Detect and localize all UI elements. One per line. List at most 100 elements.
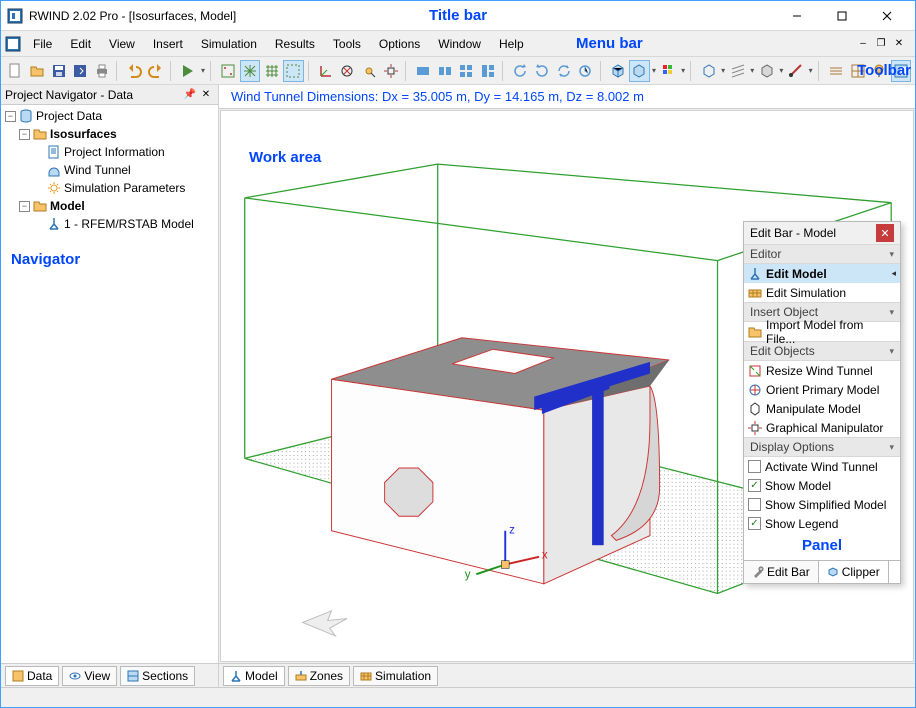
panel-check-show-simplified[interactable]: Show Simplified Model xyxy=(744,495,900,514)
toolbar-cube2-icon[interactable] xyxy=(629,60,650,82)
panel-close-button[interactable]: ✕ xyxy=(876,224,894,242)
checkbox-icon[interactable]: ✓ xyxy=(748,479,761,492)
menu-view[interactable]: View xyxy=(101,34,143,54)
work-tab-zones[interactable]: Zones xyxy=(288,666,350,686)
toolbar-print-icon[interactable] xyxy=(92,60,113,82)
panel-item-edit-model[interactable]: Edit Model◂ xyxy=(744,264,900,283)
navigator-close-button[interactable]: ✕ xyxy=(198,87,214,103)
toolbar-run-icon[interactable] xyxy=(178,60,199,82)
toolbar-grid-icon[interactable] xyxy=(261,60,282,82)
tree-toggle-icon[interactable]: − xyxy=(19,201,30,212)
svg-text:z: z xyxy=(509,525,515,537)
toolbar-run-dropdown[interactable]: ▾ xyxy=(200,66,207,75)
toolbar-view1-icon[interactable] xyxy=(413,60,434,82)
mdi-restore[interactable]: ❐ xyxy=(873,37,889,51)
tree-item[interactable]: 1 - RFEM/RSTAB Model xyxy=(64,217,194,231)
checkbox-icon[interactable] xyxy=(748,460,761,473)
toolbar-rotate-cw-icon[interactable] xyxy=(532,60,553,82)
panel-tab-edit-bar[interactable]: Edit Bar xyxy=(744,561,819,583)
minimize-button[interactable] xyxy=(774,2,819,30)
tools-icon xyxy=(752,566,764,578)
panel-item-edit-simulation[interactable]: Edit Simulation xyxy=(744,283,900,302)
toolbar-shade-dropdown[interactable]: ▾ xyxy=(778,66,785,75)
tree-item[interactable]: Wind Tunnel xyxy=(64,163,131,177)
nav-tab-sections[interactable]: Sections xyxy=(120,666,195,686)
panel-check-activate-tunnel[interactable]: Activate Wind Tunnel xyxy=(744,457,900,476)
toolbar-view4-icon[interactable] xyxy=(478,60,499,82)
tree-toggle-icon[interactable]: − xyxy=(5,111,16,122)
panel-section-display[interactable]: Display Options▾ xyxy=(744,437,900,457)
menu-results[interactable]: Results xyxy=(267,34,323,54)
tree-toggle-icon[interactable]: − xyxy=(19,129,30,140)
close-button[interactable] xyxy=(864,2,909,30)
toolbar-iso-icon[interactable] xyxy=(698,60,719,82)
toolbar-cube-dropdown[interactable]: ▾ xyxy=(651,66,658,75)
toolbar-mesh1-icon[interactable] xyxy=(218,60,239,82)
panel-check-show-model[interactable]: ✓Show Model xyxy=(744,476,900,495)
menu-edit[interactable]: Edit xyxy=(62,34,99,54)
work-tab-simulation[interactable]: Simulation xyxy=(353,666,438,686)
toolbar-tool-a-dropdown[interactable]: ▾ xyxy=(807,66,814,75)
tree-item[interactable]: Simulation Parameters xyxy=(64,181,185,195)
toolbar-model-icon[interactable] xyxy=(337,60,358,82)
mdi-minimize[interactable]: – xyxy=(855,37,871,51)
navigator-pin-button[interactable]: 📌 xyxy=(182,87,198,103)
menu-simulation[interactable]: Simulation xyxy=(193,34,265,54)
panel-item-graphical-manipulator[interactable]: Graphical Manipulator xyxy=(744,418,900,437)
menu-tools[interactable]: Tools xyxy=(325,34,369,54)
toolbar-save-icon[interactable] xyxy=(48,60,69,82)
toolbar-hatch-dropdown[interactable]: ▾ xyxy=(749,66,756,75)
toolbar-shade-icon[interactable] xyxy=(757,60,778,82)
checkbox-icon[interactable]: ✓ xyxy=(748,517,761,530)
nav-tab-view[interactable]: View xyxy=(62,666,117,686)
toolbar-view2-icon[interactable] xyxy=(434,60,455,82)
tree-group-model[interactable]: Model xyxy=(50,199,85,213)
toolbar-color-dropdown[interactable]: ▾ xyxy=(680,66,687,75)
toolbar-grid2-icon[interactable] xyxy=(826,60,847,82)
panel-item-manipulate-model[interactable]: Manipulate Model xyxy=(744,399,900,418)
toolbar-manipulate-icon[interactable] xyxy=(380,60,401,82)
work-tab-model[interactable]: Model xyxy=(223,666,285,686)
window-title: RWIND 2.02 Pro - [Isosurfaces, Model] xyxy=(29,9,236,23)
menu-bar: File Edit View Insert Simulation Results… xyxy=(1,31,915,57)
toolbar-undo-icon[interactable] xyxy=(124,60,145,82)
toolbar-refresh-icon[interactable] xyxy=(553,60,574,82)
nav-tab-data[interactable]: Data xyxy=(5,666,59,686)
toolbar-refresh2-icon[interactable] xyxy=(575,60,596,82)
maximize-button[interactable] xyxy=(819,2,864,30)
panel-title[interactable]: Edit Bar - Model xyxy=(750,226,876,240)
viewport-3d[interactable]: Work area xyxy=(220,110,914,662)
toolbar-cube-icon[interactable] xyxy=(607,60,628,82)
panel-item-orient-model[interactable]: Orient Primary Model xyxy=(744,380,900,399)
menu-options[interactable]: Options xyxy=(371,34,428,54)
checkbox-icon[interactable] xyxy=(748,498,761,511)
menu-help[interactable]: Help xyxy=(491,34,532,54)
toolbar-rotate-ccw-icon[interactable] xyxy=(510,60,531,82)
menu-insert[interactable]: Insert xyxy=(145,34,191,54)
tree-root-label[interactable]: Project Data xyxy=(36,109,102,123)
toolbar-probe-icon[interactable] xyxy=(359,60,380,82)
tree-group-isosurfaces[interactable]: Isosurfaces xyxy=(50,127,117,141)
toolbar-tool-a-icon[interactable] xyxy=(786,60,807,82)
panel-tab-clipper[interactable]: Clipper xyxy=(819,561,889,583)
toolbar-new-icon[interactable] xyxy=(5,60,26,82)
toolbar-redo-icon[interactable] xyxy=(146,60,167,82)
panel-item-resize-tunnel[interactable]: Resize Wind Tunnel xyxy=(744,361,900,380)
menu-window[interactable]: Window xyxy=(430,34,489,54)
toolbar-mesh2-icon[interactable] xyxy=(240,60,261,82)
toolbar-hatch-icon[interactable] xyxy=(727,60,748,82)
toolbar-bounds-icon[interactable] xyxy=(283,60,304,82)
toolbar-export-icon[interactable] xyxy=(70,60,91,82)
toolbar-iso-dropdown[interactable]: ▾ xyxy=(720,66,727,75)
toolbar-open-icon[interactable] xyxy=(27,60,48,82)
mdi-close[interactable]: ✕ xyxy=(891,37,907,51)
toolbar-axes-icon[interactable] xyxy=(315,60,336,82)
toolbar-view3-icon[interactable] xyxy=(456,60,477,82)
toolbar-color-icon[interactable] xyxy=(658,60,679,82)
menu-file[interactable]: File xyxy=(25,34,60,54)
navigator-tree[interactable]: − Project Data − Isosurfaces Project Inf… xyxy=(1,105,218,663)
tree-item[interactable]: Project Information xyxy=(64,145,165,159)
panel-check-show-legend[interactable]: ✓Show Legend xyxy=(744,514,900,533)
panel-item-import-model[interactable]: Import Model from File... xyxy=(744,322,900,341)
panel-section-editor[interactable]: Editor▾ xyxy=(744,244,900,264)
